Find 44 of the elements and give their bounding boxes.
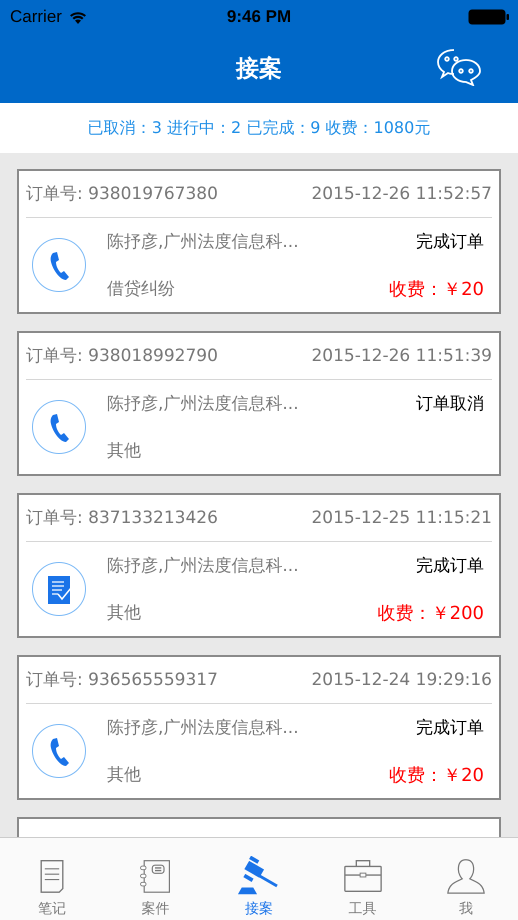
- order-status: 完成订单: [416, 716, 484, 738]
- phone-icon: [31, 399, 87, 455]
- order-card[interactable]: 订单号: 938018992790 2015-12-26 11:51:39 陈抒彦,广州法度信息科... 其他 订单取消: [17, 331, 501, 476]
- order-datetime: 2015-12-26 11:51:39: [311, 346, 492, 366]
- order-number: 订单号: 936565559317: [26, 670, 218, 690]
- document-check-icon: [31, 561, 87, 617]
- client-name: 陈抒彦,广州法度信息科...: [107, 231, 300, 253]
- battery-icon: [468, 9, 510, 25]
- order-number: 订单号: 837133213426: [26, 508, 218, 528]
- case-category: 其他: [107, 440, 142, 462]
- case-category: 借贷纠纷: [107, 278, 176, 300]
- case-category: 其他: [107, 602, 142, 624]
- order-fee: 收费：￥20: [389, 278, 484, 300]
- order-number: 订单号: 938019767380: [26, 184, 218, 204]
- order-summary: 已取消：3 进行中：2 已完成：9 收费：1080元: [88, 118, 430, 138]
- order-datetime: 2015-12-25 11:15:21: [311, 508, 492, 528]
- client-name: 陈抒彦,广州法度信息科...: [107, 555, 300, 577]
- tab-item[interactable]: 我: [426, 856, 506, 918]
- order-status: 完成订单: [416, 554, 484, 576]
- page-title: 接案: [236, 54, 282, 84]
- tab-item[interactable]: 笔记: [12, 856, 92, 918]
- order-datetime: 2015-12-24 19:29:16: [311, 670, 492, 690]
- person-icon: [445, 856, 488, 896]
- tab-item[interactable]: 案件: [115, 856, 196, 918]
- wifi-icon: [68, 10, 88, 24]
- order-fee: 收费：￥20: [389, 764, 484, 786]
- client-name: 陈抒彦,广州法度信息科...: [107, 393, 300, 415]
- order-datetime: 2015-12-26 11:52:57: [311, 184, 492, 204]
- phone-icon: [31, 237, 87, 293]
- order-status: 订单取消: [416, 392, 484, 414]
- tab-item[interactable]: 工具: [322, 856, 403, 918]
- clock-time: 9:46 PM: [226, 7, 292, 27]
- order-fee: 收费：￥200: [378, 602, 484, 624]
- client-name: 陈抒彦,广州法度信息科...: [107, 717, 300, 739]
- phone-icon: [31, 723, 87, 779]
- order-card[interactable]: 订单号: 938019767380 2015-12-26 11:52:57 陈抒彦,广州法度信息科... 借贷纠纷 完成订单 收费：￥20: [17, 169, 501, 314]
- case-category: 其他: [107, 764, 142, 786]
- chat-bubbles-icon[interactable]: [436, 48, 482, 86]
- carrier-label: Carrier: [10, 7, 62, 27]
- order-card[interactable]: 订单号: 837133213426 2015-12-25 11:15:21 陈抒彦,广州法度信息科... 其他 完成订单 收费：￥200: [17, 493, 501, 638]
- order-number: 订单号: 938018992790: [26, 346, 218, 366]
- order-card[interactable]: 订单号: 936565559317 2015-12-24 19:29:16 陈抒彦,广州法度信息科... 其他 完成订单 收费：￥20: [17, 655, 501, 800]
- tab-item[interactable]: 接案: [218, 856, 299, 918]
- order-status: 完成订单: [416, 230, 484, 252]
